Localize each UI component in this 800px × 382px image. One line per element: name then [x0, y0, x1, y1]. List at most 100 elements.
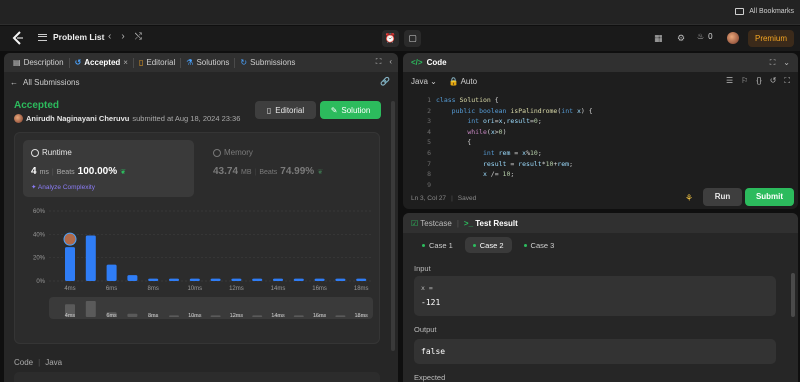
maximize-icon[interactable]: ⛶: [376, 57, 382, 67]
line-number: 3: [427, 117, 431, 126]
runtime-beats-label: Beats: [56, 169, 75, 176]
tab-editorial[interactable]: ▯ Editorial: [134, 58, 180, 67]
tab-description[interactable]: ▤ Description: [8, 58, 69, 67]
overview-bar: [85, 301, 96, 317]
tab-solutions[interactable]: ⚗ Solutions: [181, 58, 234, 67]
solution-button-label: Solution: [341, 105, 371, 115]
top-navbar: Problem List ‹ › ⤭ ⏰ ▢ ▦ ⚙ ♨ 0 Premium: [0, 26, 800, 51]
x-tick-label: 8ms: [148, 286, 159, 292]
y-tick-label: 60%: [33, 209, 46, 215]
runtime-bar: [273, 278, 283, 281]
fullscreen-icon[interactable]: ⛶: [784, 76, 790, 86]
input-label: Input: [414, 264, 431, 273]
solution-button[interactable]: ✎ Solution: [320, 101, 381, 119]
problem-list-button[interactable]: Problem List: [38, 32, 104, 42]
output-label: Output: [414, 325, 437, 334]
pass-dot-icon: [422, 243, 425, 247]
problem-list-label: Problem List: [53, 32, 105, 42]
leetcode-logo-icon[interactable]: [11, 31, 25, 45]
author-name[interactable]: Anirudh Naginayani Cheruvu: [26, 114, 129, 123]
save-status: Saved: [457, 195, 477, 202]
runtime-bar: [106, 264, 117, 281]
maximize-icon[interactable]: ⛶: [770, 58, 776, 68]
runtime-card[interactable]: Runtime 4 ms | Beats 100.00% ❦ ✦ Analyze…: [23, 140, 194, 197]
collapse-panel-icon[interactable]: ‹: [389, 57, 392, 67]
history-icon: ↺: [74, 58, 82, 67]
checkbox-icon: ☑: [411, 218, 419, 228]
streak-count: 0: [708, 32, 713, 41]
link-icon[interactable]: 🔗: [380, 77, 390, 86]
line-number: 8: [427, 170, 431, 179]
left-tab-bar: ▤ Description ↺ Accepted × ▯ Editorial ⚗…: [4, 53, 398, 72]
editorial-button[interactable]: ▯ Editorial: [255, 101, 316, 119]
folder-icon: [735, 8, 745, 15]
input-box[interactable]: x = -121: [414, 276, 776, 316]
line-number: 4: [427, 127, 431, 136]
runtime-bar: [127, 275, 138, 281]
settings-gear-icon[interactable]: ⚙: [677, 33, 685, 44]
y-tick-label: 20%: [33, 256, 46, 262]
tab-solutions-label: Solutions: [196, 58, 230, 67]
test-panel-header: ☑ Testcase | >_ Test Result: [403, 213, 798, 233]
timer-icon[interactable]: ⏰: [382, 30, 399, 47]
submitted-code-box: [14, 372, 380, 382]
overview-tick-label: 10ms: [188, 313, 202, 319]
case-tab-3[interactable]: Case 3: [516, 237, 563, 253]
memory-card[interactable]: Memory 43.74 MB | Beats 74.99% ❦: [205, 140, 376, 197]
debug-bulb-icon[interactable]: ⚘: [685, 193, 693, 204]
testcase-tab-label: Testcase: [420, 218, 452, 228]
next-problem-icon[interactable]: ›: [121, 31, 124, 42]
runtime-bar: [169, 278, 179, 281]
leaf-icon: ❦: [120, 169, 126, 176]
format-icon[interactable]: ☰: [726, 76, 733, 86]
memory-value: 43.74: [213, 166, 239, 177]
run-button[interactable]: Run: [703, 188, 742, 206]
tab-testcase[interactable]: ☑ Testcase: [411, 219, 452, 228]
back-to-submissions[interactable]: ← All Submissions 🔗: [4, 72, 398, 92]
runtime-bar: [356, 278, 367, 281]
tab-accepted-label: Accepted: [84, 58, 121, 67]
close-tab-icon[interactable]: ×: [123, 58, 128, 67]
layout-icon[interactable]: ▦: [654, 33, 663, 44]
memory-beats-value: 74.99%: [280, 166, 315, 177]
user-avatar[interactable]: [727, 32, 739, 44]
tab-description-label: Description: [23, 58, 64, 67]
auto-mode-toggle[interactable]: 🔒 Auto: [449, 77, 477, 86]
left-scrollbar[interactable]: [391, 101, 395, 351]
bookmark-icon[interactable]: ⚐: [741, 76, 748, 86]
all-bookmarks-button[interactable]: All Bookmarks: [735, 8, 794, 15]
tab-test-result[interactable]: >_ Test Result: [464, 219, 518, 228]
editor-toolbar: Java ⌄ 🔒 Auto ☰ ⚐ {} ↺ ⛶: [403, 72, 798, 90]
tab-accepted[interactable]: ↺ Accepted ×: [70, 58, 133, 67]
test-scrollbar[interactable]: [791, 273, 795, 317]
shuffle-icon[interactable]: ⤭: [135, 31, 142, 42]
memory-beats-label: Beats: [259, 169, 278, 176]
submit-button[interactable]: Submit: [745, 188, 794, 206]
case-tabs: Case 1 Case 2 Case 3: [414, 237, 562, 253]
premium-button[interactable]: Premium: [748, 30, 794, 47]
clock-history-icon: ↻: [240, 58, 248, 67]
tab-submissions-label: Submissions: [250, 58, 296, 67]
streak-counter[interactable]: ♨ 0: [697, 32, 713, 41]
tab-submissions[interactable]: ↻ Submissions: [235, 58, 300, 67]
collapse-icon[interactable]: ⌄: [783, 58, 790, 68]
clock-icon: [31, 148, 39, 157]
braces-icon[interactable]: {}: [756, 76, 761, 86]
left-panel: ▤ Description ↺ Accepted × ▯ Editorial ⚗…: [4, 53, 398, 382]
code-text[interactable]: class Solution { public boolean isPalind…: [436, 95, 593, 180]
runtime-bar: [335, 278, 346, 281]
case-tab-2[interactable]: Case 2: [464, 237, 512, 253]
prev-problem-icon[interactable]: ‹: [108, 31, 111, 42]
analyze-complexity-link[interactable]: ✦ Analyze Complexity: [31, 183, 95, 191]
line-number: 1: [427, 96, 431, 104]
language-select[interactable]: Java ⌄: [411, 77, 437, 86]
submission-status: Accepted: [14, 100, 60, 111]
notes-icon[interactable]: ▢: [404, 30, 421, 47]
code-section-label: Code: [14, 358, 34, 367]
input-value: -121: [421, 298, 441, 307]
editorial-button-label: Editorial: [275, 105, 305, 115]
overview-bar: [127, 313, 138, 317]
case-tab-1[interactable]: Case 1: [414, 237, 461, 253]
reset-icon[interactable]: ↺: [770, 76, 777, 86]
line-number: 9: [427, 180, 431, 189]
